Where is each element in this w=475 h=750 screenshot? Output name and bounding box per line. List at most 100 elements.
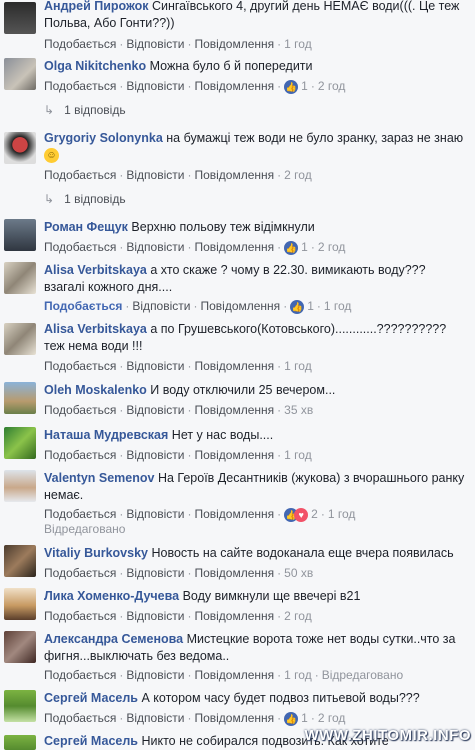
- like-reaction-icon[interactable]: 👍: [284, 79, 299, 94]
- reply-link[interactable]: Відповісти: [132, 299, 190, 313]
- reaction-count[interactable]: 1: [301, 711, 308, 725]
- report-link[interactable]: Повідомлення: [194, 609, 274, 623]
- like-link[interactable]: Подобається: [44, 79, 116, 93]
- like-link[interactable]: Подобається: [44, 37, 116, 51]
- like-link[interactable]: Подобається: [44, 168, 116, 182]
- comment-author[interactable]: Наташа Мудревская: [44, 428, 168, 442]
- comment-text: Нет у нас воды....: [171, 428, 274, 442]
- avatar[interactable]: [4, 735, 36, 750]
- avatar[interactable]: [4, 382, 36, 414]
- report-link[interactable]: Повідомлення: [194, 79, 274, 93]
- like-link[interactable]: Подобається: [44, 403, 116, 417]
- comment-author[interactable]: Роман Фещук: [44, 220, 128, 234]
- like-link[interactable]: Подобається: [44, 668, 116, 682]
- comment-text: Новость на сайте водоканала еще вчера по…: [151, 546, 454, 560]
- avatar[interactable]: [4, 631, 36, 663]
- like-link[interactable]: Подобається: [44, 711, 116, 725]
- reply-link[interactable]: Відповісти: [126, 507, 184, 521]
- comment-author[interactable]: Андрей Пирожок: [44, 0, 148, 13]
- like-link[interactable]: Подобається: [44, 507, 116, 521]
- comment-author[interactable]: Grygoriy Solonynka: [44, 131, 163, 145]
- comment-author[interactable]: Alisa Verbitskaya: [44, 263, 147, 277]
- smile-emoji-icon: ☺: [44, 148, 59, 164]
- comment-time[interactable]: 2 год: [318, 240, 346, 254]
- comment-text: Верхню польову теж відімкнули: [131, 220, 315, 234]
- avatar[interactable]: [4, 323, 36, 355]
- report-link[interactable]: Повідомлення: [194, 711, 274, 725]
- reaction-count[interactable]: 2: [311, 507, 318, 521]
- reply-link[interactable]: Відповісти: [126, 566, 184, 580]
- comment-author[interactable]: Vitaliy Burkovsky: [44, 546, 148, 560]
- comment-author[interactable]: Valentyn Semenov: [44, 471, 154, 485]
- reaction-count[interactable]: 1: [301, 240, 308, 254]
- comment-time[interactable]: 1 год: [328, 507, 356, 521]
- reply-link[interactable]: Відповісти: [126, 79, 184, 93]
- like-link[interactable]: Подобається: [44, 359, 116, 373]
- like-reaction-icon[interactable]: 👍: [284, 711, 299, 726]
- like-link[interactable]: Подобається: [44, 609, 116, 623]
- report-link[interactable]: Повідомлення: [194, 566, 274, 580]
- avatar[interactable]: [4, 690, 36, 722]
- like-reaction-icon[interactable]: 👍: [284, 240, 299, 255]
- report-link[interactable]: Повідомлення: [194, 507, 274, 521]
- reply-link[interactable]: Відповісти: [126, 448, 184, 462]
- replies-link[interactable]: ↳ 1 відповідь: [44, 192, 126, 206]
- heart-icon[interactable]: ♥: [294, 507, 309, 522]
- avatar[interactable]: [4, 427, 36, 459]
- reply-link[interactable]: Відповісти: [126, 668, 184, 682]
- report-link[interactable]: Повідомлення: [194, 448, 274, 462]
- like-link[interactable]: Подобається: [44, 566, 116, 580]
- report-link[interactable]: Повідомлення: [194, 168, 274, 182]
- comment-author[interactable]: Александра Семенова: [44, 632, 183, 646]
- reply-link[interactable]: Відповісти: [126, 711, 184, 725]
- comment-author[interactable]: Alisa Verbitskaya: [44, 322, 147, 336]
- comment-text: А котором часу будет подвоз питьевой вод…: [141, 691, 420, 705]
- like-link[interactable]: Подобається: [44, 299, 122, 313]
- comment-time[interactable]: 1 год: [284, 448, 312, 462]
- comment-time[interactable]: 2 год: [318, 711, 346, 725]
- avatar[interactable]: [4, 132, 36, 164]
- avatar[interactable]: [4, 545, 36, 577]
- comment-author[interactable]: Лика Хоменко-Дучева: [44, 589, 179, 603]
- report-link[interactable]: Повідомлення: [194, 37, 274, 51]
- reply-link[interactable]: Відповісти: [126, 240, 184, 254]
- report-link[interactable]: Повідомлення: [194, 668, 274, 682]
- comment-time[interactable]: 1 год: [284, 37, 312, 51]
- like-link[interactable]: Подобається: [44, 240, 116, 254]
- comment-time[interactable]: 1 год: [284, 668, 312, 682]
- reply-link[interactable]: Відповісти: [126, 168, 184, 182]
- report-link[interactable]: Повідомлення: [194, 240, 274, 254]
- reply-link[interactable]: Відповісти: [126, 609, 184, 623]
- comment-text: на бумажці теж води не було зранку, зара…: [166, 131, 464, 145]
- reply-link[interactable]: Відповісти: [126, 403, 184, 417]
- comment-time[interactable]: 1 год: [284, 359, 312, 373]
- avatar[interactable]: [4, 262, 36, 294]
- comment-author[interactable]: Сергей Масель: [44, 691, 138, 705]
- report-link[interactable]: Повідомлення: [194, 359, 274, 373]
- like-link[interactable]: Подобається: [44, 448, 116, 462]
- report-link[interactable]: Повідомлення: [194, 403, 274, 417]
- reply-link[interactable]: Відповісти: [126, 37, 184, 51]
- like-reaction-icon[interactable]: 👍: [290, 299, 305, 314]
- report-link[interactable]: Повідомлення: [200, 299, 280, 313]
- comment-time[interactable]: 1 год: [324, 299, 352, 313]
- replies-link[interactable]: ↳ 1 відповідь: [44, 103, 126, 117]
- avatar[interactable]: [4, 588, 36, 620]
- avatar[interactable]: [4, 58, 36, 90]
- avatar[interactable]: [4, 2, 36, 34]
- comment-time[interactable]: 2 год: [284, 609, 312, 623]
- avatar[interactable]: [4, 219, 36, 251]
- reply-link[interactable]: Відповісти: [126, 359, 184, 373]
- reaction-count[interactable]: 1: [301, 79, 308, 93]
- comment-author[interactable]: Oleh Moskalenko: [44, 383, 147, 397]
- comment-author[interactable]: Olga Nikitchenko: [44, 59, 146, 73]
- reaction-count[interactable]: 1: [307, 299, 314, 313]
- comment-author[interactable]: Сергей Масель: [44, 734, 138, 748]
- comment-time[interactable]: 2 год: [318, 79, 346, 93]
- comment-time[interactable]: 35 хв: [284, 403, 313, 417]
- comment-time[interactable]: 50 хв: [284, 566, 313, 580]
- comment-text: Воду вимкнули ще ввечері в21: [182, 589, 361, 603]
- avatar[interactable]: [4, 470, 36, 502]
- comment-time[interactable]: 2 год: [284, 168, 312, 182]
- site-watermark: WWW.ZHITOMIR.INFO: [304, 727, 471, 744]
